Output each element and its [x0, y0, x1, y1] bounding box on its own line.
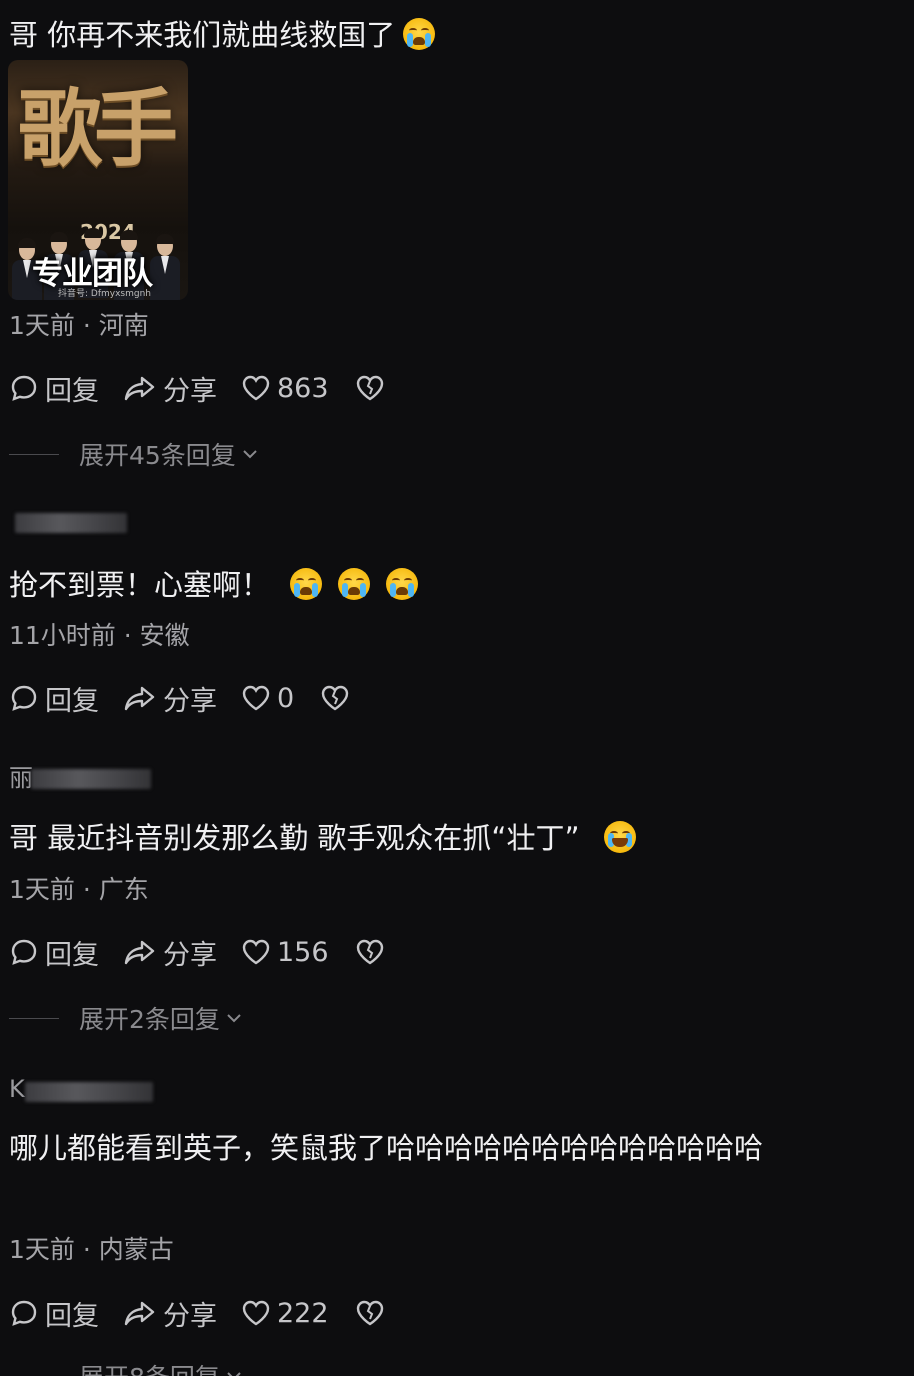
- comment-meta: 1天前 · 内蒙古: [9, 1235, 174, 1264]
- username[interactable]: [9, 507, 129, 537]
- share-arrow-icon: [124, 1301, 155, 1326]
- comment-list: 哥 你再不来我们就曲线救国了 歌手 2024 专业团队 抖音号: Dfmyxsm…: [0, 0, 914, 1376]
- expand-replies-button[interactable]: 展开2条回复: [9, 1002, 242, 1034]
- dislike-button[interactable]: [320, 683, 356, 713]
- expand-replies-button[interactable]: 展开45条回复: [9, 438, 258, 470]
- expand-replies-button[interactable]: 展开8条回复: [9, 1360, 242, 1376]
- share-button[interactable]: 分享: [123, 679, 217, 718]
- comment-actions: 回复 分享 156: [9, 933, 391, 972]
- comment-bubble-icon: [11, 375, 37, 401]
- loudly-crying-emoji-icon: [386, 568, 419, 600]
- reply-button[interactable]: 回复: [9, 933, 99, 972]
- comment-bubble-icon: [11, 685, 37, 711]
- comment-meta: 11小时前 · 安徽: [9, 621, 190, 650]
- broken-heart-icon: [356, 1300, 383, 1326]
- loudly-crying-emoji-icon: [403, 18, 436, 50]
- dislike-button[interactable]: [355, 373, 391, 403]
- comment-meta: 1天前 · 河南: [9, 311, 149, 340]
- username-redaction: [25, 1082, 153, 1102]
- comment-meta: 1天前 · 广东: [9, 875, 149, 904]
- broken-heart-icon: [321, 685, 349, 711]
- like-button[interactable]: 156: [241, 937, 329, 968]
- share-button[interactable]: 分享: [123, 1294, 217, 1333]
- share-arrow-icon: [124, 376, 155, 401]
- comment-actions: 回复 分享 222: [9, 1294, 391, 1333]
- heart-icon: [242, 939, 270, 965]
- reply-button[interactable]: 回复: [9, 679, 99, 718]
- image-watermark-text: 抖音号: Dfmyxsmgnh: [58, 289, 151, 299]
- loudly-crying-emoji-icon: [290, 568, 323, 600]
- comment-image[interactable]: 歌手 2024 专业团队 抖音号: Dfmyxsmgnh: [8, 60, 188, 300]
- image-title-text: 歌手: [18, 79, 178, 178]
- comment-bubble-icon: [11, 939, 37, 965]
- username-redaction: [15, 513, 127, 533]
- broken-heart-icon: [356, 375, 383, 401]
- share-label: 分享: [163, 1300, 217, 1332]
- reply-label: 回复: [45, 685, 99, 717]
- chevron-down-icon: [227, 1014, 241, 1023]
- comment-actions: 回复 分享 863: [9, 369, 391, 408]
- comment-text: 哪儿都能看到英子，笑鼠我了哈哈哈哈哈哈哈哈哈哈哈哈哈: [9, 1131, 764, 1165]
- heart-icon: [242, 1300, 270, 1326]
- share-label: 分享: [163, 939, 217, 971]
- like-count: 863: [277, 372, 329, 404]
- broken-heart-icon: [356, 939, 383, 965]
- username[interactable]: 丽: [9, 763, 154, 793]
- dislike-button[interactable]: [355, 937, 391, 967]
- reply-button[interactable]: 回复: [9, 1294, 99, 1333]
- username[interactable]: K: [9, 1074, 154, 1104]
- dislike-button[interactable]: [355, 1298, 391, 1328]
- heart-icon: [242, 685, 270, 711]
- tears-of-joy-emoji-icon: [603, 821, 636, 853]
- comment-text: 抢不到票！心塞啊！: [9, 559, 419, 611]
- username-redaction: [31, 769, 151, 789]
- share-label: 分享: [163, 685, 217, 717]
- like-count: 222: [277, 1297, 329, 1329]
- like-count: 0: [277, 682, 295, 714]
- reply-label: 回复: [45, 1300, 99, 1332]
- comment-bubble-icon: [11, 1300, 37, 1326]
- reply-label: 回复: [45, 939, 99, 971]
- expand-replies-label: 展开45条回复: [79, 441, 236, 470]
- loudly-crying-emoji-icon: [338, 568, 371, 600]
- comment-actions: 回复 分享 0: [9, 679, 356, 718]
- share-arrow-icon: [124, 686, 155, 711]
- comment-text: 哥 最近抖音别发那么勤 歌手观众在抓“壮丁”: [9, 812, 636, 864]
- share-arrow-icon: [124, 940, 155, 965]
- reply-button[interactable]: 回复: [9, 369, 99, 408]
- share-button[interactable]: 分享: [123, 369, 217, 408]
- heart-icon: [242, 375, 270, 401]
- chevron-down-icon: [243, 450, 257, 459]
- chevron-down-icon: [227, 1372, 241, 1376]
- like-button[interactable]: 222: [241, 1298, 329, 1329]
- comment-text: 哥 你再不来我们就曲线救国了: [9, 9, 436, 61]
- share-label: 分享: [163, 375, 217, 407]
- reply-label: 回复: [45, 375, 99, 407]
- share-button[interactable]: 分享: [123, 933, 217, 972]
- like-button[interactable]: 0: [241, 683, 294, 714]
- like-button[interactable]: 863: [241, 373, 329, 404]
- like-count: 156: [277, 936, 329, 968]
- expand-replies-label: 展开8条回复: [79, 1358, 220, 1376]
- expand-replies-label: 展开2条回复: [79, 1005, 220, 1034]
